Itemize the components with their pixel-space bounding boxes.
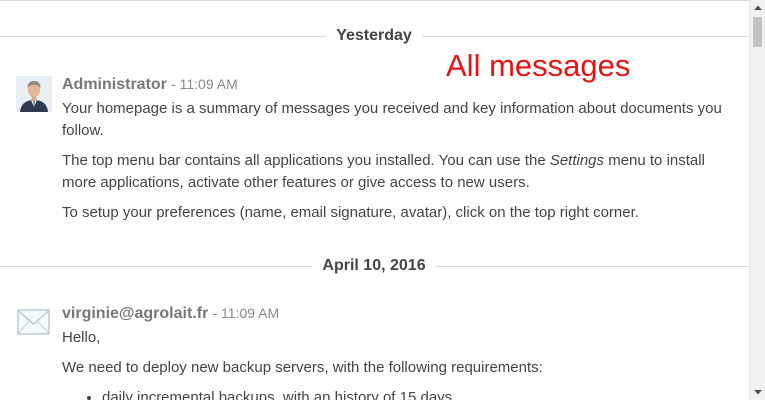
message-body: Hello, We need to deploy new backup serv… [62,327,732,400]
message-header: Administrator - 11:09 AM [62,74,732,95]
message-paragraph: Hello, [62,329,101,346]
scroll-down-arrow-icon[interactable] [750,384,765,400]
message-content: virginie@agrolait.fr - 11:09 AM Hello, W… [62,303,732,400]
message-time: - 11:09 AM [212,305,280,321]
message-thread[interactable]: Yesterday All messages Administrator - 1… [0,0,749,400]
envelope-icon[interactable] [17,309,50,335]
message-header: virginie@agrolait.fr - 11:09 AM [62,303,732,324]
date-label: Yesterday [326,26,422,46]
list-item: daily incremental backups, with an histo… [102,387,732,400]
message-time: - 11:09 AM [171,76,238,92]
requirements-list: daily incremental backups, with an histo… [62,387,732,400]
message-paragraph: To setup your preferences (name, email s… [62,204,639,221]
message-paragraph: Your homepage is a summary of messages y… [62,100,722,139]
message-paragraph: We need to deploy new backup servers, wi… [62,359,543,376]
scrollbar-thumb[interactable] [753,17,762,47]
message-author[interactable]: virginie@agrolait.fr [62,305,208,322]
text-span: The top menu bar contains all applicatio… [62,152,546,169]
user-photo-icon[interactable] [16,76,52,112]
top-border [0,0,749,1]
date-label: April 10, 2016 [312,256,436,276]
message-paragraph: The top menu bar contains all applicatio… [62,150,732,194]
message-content: Administrator - 11:09 AM Your homepage i… [62,74,732,232]
date-separator-yesterday: Yesterday [0,26,749,46]
vertical-scrollbar[interactable] [749,0,765,400]
date-separator-april-10: April 10, 2016 [0,256,749,276]
scroll-up-arrow-icon[interactable] [750,0,765,16]
message-author[interactable]: Administrator [62,76,167,93]
settings-menu-emphasis: Settings [549,152,605,169]
message-body: Your homepage is a summary of messages y… [62,98,732,224]
